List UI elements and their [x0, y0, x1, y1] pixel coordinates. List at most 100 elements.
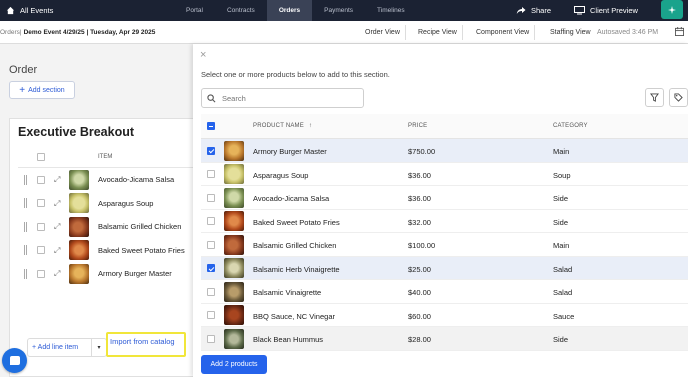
tab-timelines[interactable]: Timelines: [365, 0, 417, 21]
client-preview-label: Client Preview: [590, 6, 638, 15]
product-checkbox[interactable]: [207, 170, 215, 178]
product-price: $750.00: [408, 147, 436, 156]
close-icon[interactable]: ×: [200, 49, 206, 61]
product-thumbnail: [224, 258, 244, 278]
product-checkbox[interactable]: [207, 264, 215, 272]
product-name-column-header[interactable]: PRODUCT NAME ↑: [253, 123, 312, 129]
caret-down-icon[interactable]: ▾: [92, 344, 106, 351]
product-name: Armory Burger Master: [253, 147, 327, 156]
product-checkbox[interactable]: [207, 193, 215, 202]
item-row: ⤢ Baked Sweet Potato Fries: [18, 239, 194, 263]
search-box[interactable]: [201, 88, 364, 108]
order-title: Order: [9, 64, 38, 76]
section-title[interactable]: Executive Breakout: [18, 125, 134, 139]
product-row[interactable]: Balsamic Herb Vinaigrette $25.00 Salad: [201, 256, 688, 280]
item-checkbox[interactable]: [37, 269, 45, 278]
product-row[interactable]: Balsamic Vinaigrette $40.00 Salad: [201, 280, 688, 304]
tab-contracts[interactable]: Contracts: [215, 0, 267, 21]
category-column-header[interactable]: CATEGORY: [553, 123, 588, 129]
product-price: $25.00: [408, 264, 431, 274]
expand-icon[interactable]: ⤢: [54, 269, 63, 278]
item-thumbnail: [69, 216, 89, 237]
add-products-button[interactable]: Add 2 products: [201, 355, 267, 374]
product-row[interactable]: Black Bean Hummus $28.00 Side: [201, 327, 688, 351]
product-name-header-label: PRODUCT NAME: [253, 123, 304, 129]
product-name: Balsamic Grilled Chicken: [253, 241, 337, 250]
product-name: Baked Sweet Potato Fries: [253, 217, 340, 227]
search-input[interactable]: [222, 93, 352, 103]
product-price: $40.00: [408, 288, 431, 297]
staffing-view-button[interactable]: Staffing View: [545, 25, 596, 40]
calendar-icon[interactable]: [675, 27, 684, 36]
tab-orders[interactable]: Orders: [266, 0, 313, 21]
product-thumbnail: [224, 164, 244, 184]
drag-handle-icon[interactable]: [24, 245, 27, 256]
all-events-link[interactable]: All Events: [0, 6, 170, 15]
import-from-catalog-link[interactable]: Import from catalog: [110, 337, 175, 346]
product-row[interactable]: BBQ Sauce, NC Vinegar $60.00 Sauce: [201, 304, 688, 327]
product-checkbox[interactable]: [207, 240, 215, 249]
sort-up-icon: ↑: [308, 123, 313, 129]
chat-support-button[interactable]: [2, 348, 27, 373]
drag-handle-icon[interactable]: [24, 198, 27, 209]
product-row[interactable]: Baked Sweet Potato Fries $32.00 Side: [201, 210, 688, 233]
product-checkbox[interactable]: [207, 146, 215, 155]
price-column-header[interactable]: PRICE: [408, 123, 427, 129]
product-checkbox[interactable]: [207, 287, 215, 296]
item-row: ⤢ Armory Burger Master: [18, 262, 194, 286]
product-name: Balsamic Herb Vinaigrette: [253, 264, 340, 274]
product-checkbox[interactable]: [207, 217, 215, 225]
product-row[interactable]: Asparagus Soup $36.00 Soup: [201, 163, 688, 186]
product-row[interactable]: Balsamic Grilled Chicken $100.00 Main: [201, 233, 688, 257]
tab-portal[interactable]: Portal: [174, 0, 215, 21]
expand-icon[interactable]: ⤢: [54, 199, 63, 208]
item-name: Baked Sweet Potato Fries: [98, 245, 185, 255]
add-line-item-button[interactable]: + Add line item ▾: [27, 338, 107, 357]
item-checkbox[interactable]: [37, 222, 45, 231]
order-view-button[interactable]: Order View: [360, 25, 406, 40]
select-all-checkbox[interactable]: [37, 153, 45, 161]
product-category: Main: [553, 241, 570, 250]
expand-icon[interactable]: ⤢: [54, 222, 63, 231]
item-row: ⤢ Balsamic Grilled Chicken: [18, 215, 194, 239]
add-section-button[interactable]: + Add section: [9, 81, 75, 99]
item-thumbnail: [69, 193, 89, 214]
section-card: Executive Breakout ITEM ⤢ Avocado-Jicama…: [9, 118, 194, 377]
product-checkbox[interactable]: [207, 334, 215, 343]
product-thumbnail: [224, 187, 244, 208]
product-checkbox[interactable]: [207, 311, 215, 319]
breadcrumb-event: Demo Event 4/29/25 | Tuesday, Apr 29 202…: [23, 29, 156, 36]
component-view-button[interactable]: Component View: [471, 25, 536, 40]
item-name: Balsamic Grilled Chicken: [98, 222, 182, 232]
add-button[interactable]: [661, 0, 683, 19]
recipe-view-button[interactable]: Recipe View: [413, 25, 463, 40]
drag-handle-icon[interactable]: [24, 174, 27, 185]
product-price: $36.00: [408, 194, 431, 203]
items-table: ITEM ⤢ Avocado-Jicama Salsa ⤢ Asparagus …: [18, 147, 194, 286]
tab-payments[interactable]: Payments: [312, 0, 365, 21]
tag-button[interactable]: [669, 88, 688, 107]
product-price: $100.00: [408, 241, 436, 250]
item-checkbox[interactable]: [37, 175, 45, 184]
expand-icon[interactable]: ⤢: [54, 246, 63, 255]
product-row[interactable]: Armory Burger Master $750.00 Main: [201, 139, 688, 163]
client-preview-button[interactable]: Client Preview: [574, 0, 638, 21]
breadcrumb-orders[interactable]: Orders: [0, 29, 20, 36]
product-name: Avocado-Jicama Salsa: [253, 194, 330, 203]
item-checkbox[interactable]: [37, 199, 45, 208]
filter-button[interactable]: [645, 88, 664, 107]
item-name: Asparagus Soup: [98, 198, 154, 208]
picker-instruction: Select one or more products below to add…: [201, 70, 390, 79]
drag-handle-icon[interactable]: [24, 221, 27, 232]
breadcrumb-separator: |: [19, 29, 22, 36]
item-row: ⤢ Asparagus Soup: [18, 192, 194, 216]
item-checkbox[interactable]: [37, 246, 45, 255]
product-category: Side: [553, 194, 569, 203]
product-category: Salad: [553, 264, 573, 274]
share-button[interactable]: Share: [516, 0, 551, 21]
expand-icon[interactable]: ⤢: [54, 175, 63, 184]
product-row[interactable]: Avocado-Jicama Salsa $36.00 Side: [201, 186, 688, 210]
drag-handle-icon[interactable]: [24, 268, 27, 279]
select-all-checkbox[interactable]: [207, 122, 215, 130]
add-line-item-label: + Add line item: [28, 338, 92, 357]
